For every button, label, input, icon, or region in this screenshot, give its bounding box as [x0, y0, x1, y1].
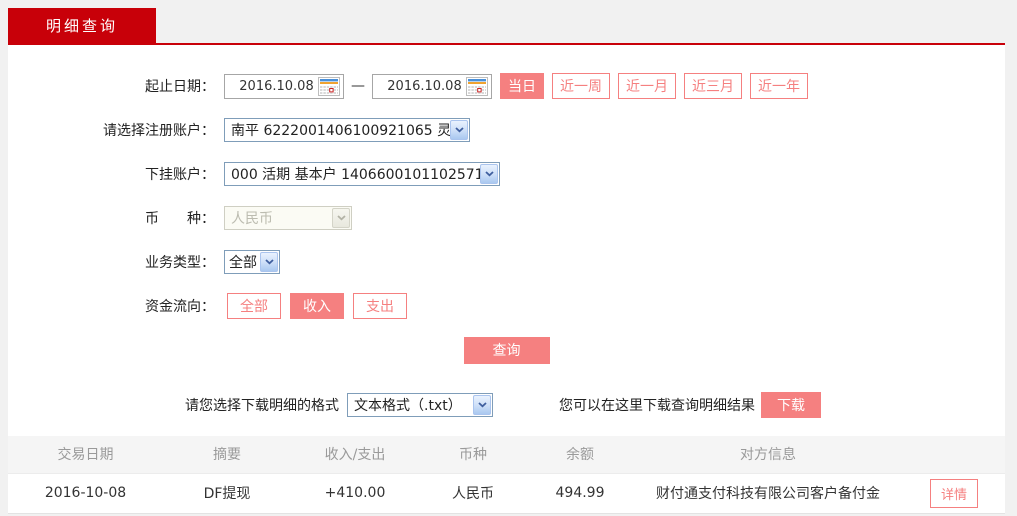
cell-counterparty: 财付通支付科技有限公司客户备付金 — [633, 473, 903, 513]
download-format-select[interactable]: 文本格式（.txt） — [347, 393, 493, 417]
detail-button[interactable]: 详情 — [930, 479, 978, 508]
registered-account-row: 请选择注册账户： 南平 6222001406100921065 灵通卡 — [8, 117, 1005, 143]
business-type-value: 全部 — [225, 252, 260, 272]
chevron-down-icon — [473, 395, 491, 415]
download-format-value: 文本格式（.txt） — [348, 395, 473, 415]
end-date-value: 2016.10.08 — [383, 79, 466, 94]
fund-flow-btn-expense[interactable]: 支出 — [353, 293, 407, 319]
cell-trade-date: 2016-10-08 — [8, 473, 163, 513]
registered-account-select[interactable]: 南平 6222001406100921065 灵通卡 — [224, 118, 470, 142]
date-range-label: 起止日期： — [8, 76, 218, 96]
download-hint: 您可以在这里下载查询明细结果 — [559, 395, 755, 415]
header-balance: 余额 — [527, 436, 633, 473]
quick-btn-last-year[interactable]: 近一年 — [750, 73, 808, 99]
currency-row: 币 种： 人民币 — [8, 205, 1005, 231]
start-date-value: 2016.10.08 — [235, 79, 318, 94]
quick-btn-last-week[interactable]: 近一周 — [552, 73, 610, 99]
cell-currency: 人民币 — [419, 473, 527, 513]
business-type-select[interactable]: 全部 — [224, 250, 280, 274]
tab-details-query[interactable]: 明细查询 — [8, 8, 156, 43]
business-type-row: 业务类型： 全部 — [8, 249, 1005, 275]
sub-account-value: 000 活期 基本户 1406600101102571848 — [225, 164, 480, 184]
start-date-input[interactable]: 2016.10.08 — [224, 74, 344, 99]
query-button[interactable]: 查询 — [464, 337, 550, 364]
query-row: 查询 — [8, 337, 1005, 364]
details-query-panel: 明细查询 起止日期： 2016.10.08 — [8, 8, 1005, 514]
table-header-row: 交易日期 摘要 收入/支出 币种 余额 对方信息 — [8, 436, 1005, 473]
header-summary: 摘要 — [163, 436, 291, 473]
chevron-down-icon — [480, 164, 498, 184]
fund-flow-label: 资金流向： — [8, 296, 218, 316]
header-actions — [903, 436, 1005, 473]
header-currency: 币种 — [419, 436, 527, 473]
quick-btn-last-3-months[interactable]: 近三月 — [684, 73, 742, 99]
download-format-label: 请您选择下载明细的格式 — [185, 395, 339, 415]
cell-summary: DF提现 — [163, 473, 291, 513]
registered-account-label: 请选择注册账户： — [8, 120, 218, 140]
header-counterparty: 对方信息 — [633, 436, 903, 473]
cell-balance: 494.99 — [527, 473, 633, 513]
quick-btn-last-month[interactable]: 近一月 — [618, 73, 676, 99]
tab-label: 明细查询 — [46, 15, 118, 36]
header-trade-date: 交易日期 — [8, 436, 163, 473]
chevron-down-icon — [260, 252, 278, 272]
results-table: 交易日期 摘要 收入/支出 币种 余额 对方信息 2016-10-08 DF提现… — [8, 436, 1005, 514]
table-row: 2016-10-08 DF提现 +410.00 人民币 494.99 财付通支付… — [8, 473, 1005, 513]
end-date-input[interactable]: 2016.10.08 — [372, 74, 492, 99]
fund-flow-btn-income[interactable]: 收入 — [290, 293, 344, 319]
currency-value: 人民币 — [225, 208, 332, 228]
currency-select: 人民币 — [224, 206, 352, 230]
sub-account-select[interactable]: 000 活期 基本户 1406600101102571848 — [224, 162, 500, 186]
calendar-icon[interactable] — [466, 77, 488, 96]
quick-btn-today[interactable]: 当日 — [500, 73, 544, 99]
fund-flow-row: 资金流向： 全部 收入 支出 — [8, 293, 1005, 319]
cell-actions: 详情 — [903, 473, 1005, 513]
download-row: 请您选择下载明细的格式 文本格式（.txt） 您可以在这里下载查询明细结果 下载 — [8, 392, 1005, 418]
date-range-row: 起止日期： 2016.10.08 — [8, 73, 1005, 99]
fund-flow-btn-all[interactable]: 全部 — [227, 293, 281, 319]
registered-account-value: 南平 6222001406100921065 灵通卡 — [225, 120, 450, 140]
calendar-icon[interactable] — [318, 77, 340, 96]
currency-label: 币 种： — [8, 208, 218, 228]
chevron-down-icon — [332, 208, 350, 228]
tab-bar: 明细查询 — [8, 8, 1005, 43]
sub-account-row: 下挂账户： 000 活期 基本户 1406600101102571848 — [8, 161, 1005, 187]
header-amount: 收入/支出 — [291, 436, 419, 473]
chevron-down-icon — [450, 120, 468, 140]
sub-account-label: 下挂账户： — [8, 164, 218, 184]
download-button[interactable]: 下载 — [761, 392, 821, 418]
business-type-label: 业务类型： — [8, 252, 218, 272]
date-separator: — — [351, 78, 365, 94]
cell-amount: +410.00 — [291, 473, 419, 513]
query-form: 起止日期： 2016.10.08 — [8, 45, 1005, 514]
